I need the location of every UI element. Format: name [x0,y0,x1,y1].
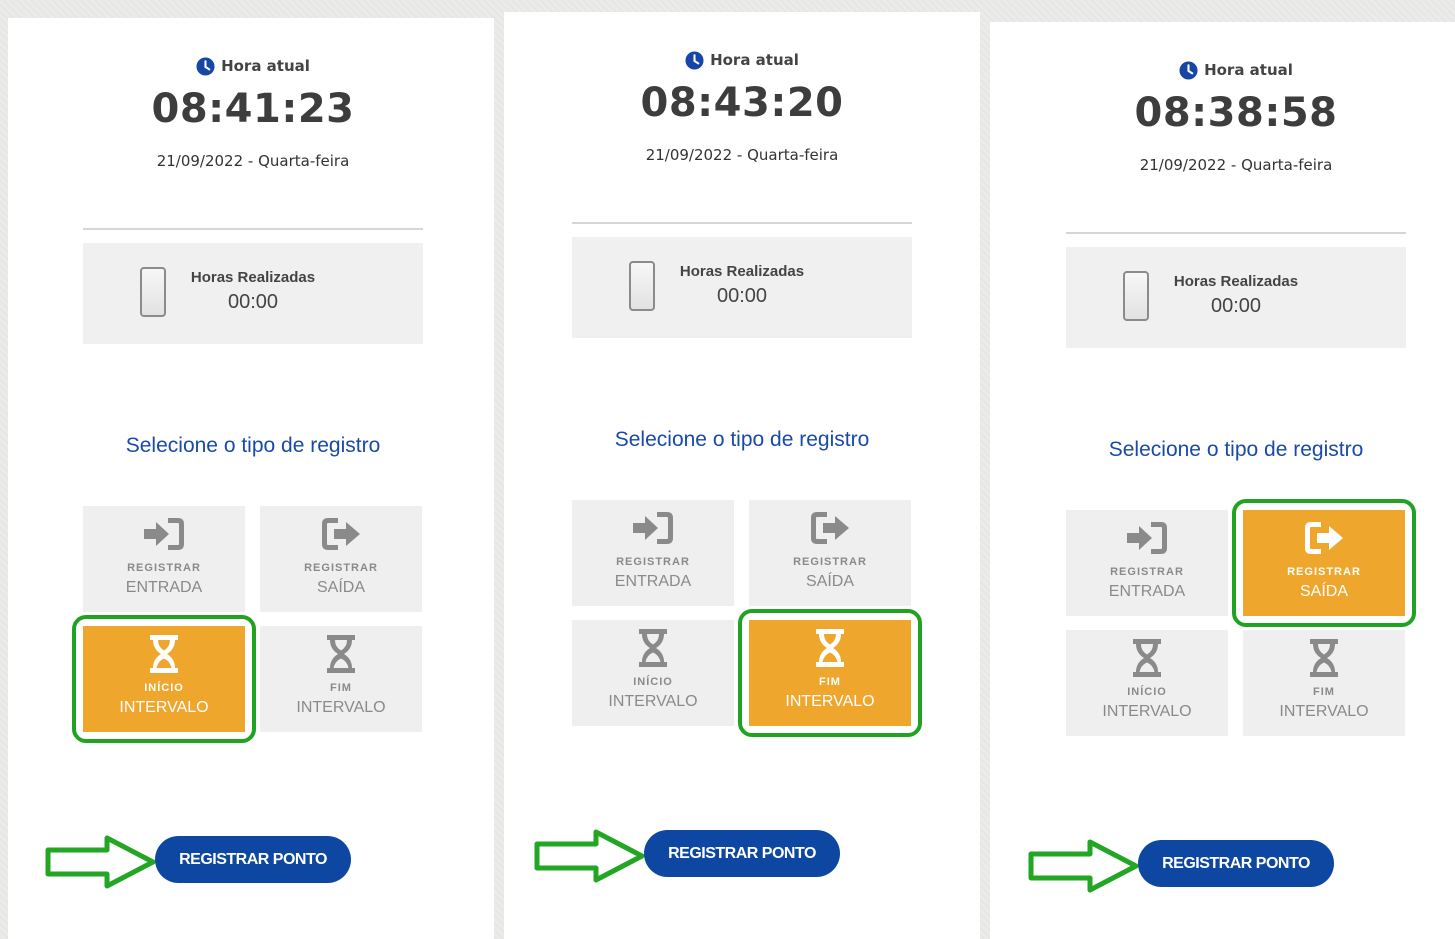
registrar-entrada-button[interactable]: REGISTRAR ENTRADA [83,506,245,612]
ponto-panel: Hora atual 08:41:23 21/09/2022 - Quarta-… [8,18,494,939]
sign-out-arrow-icon [1302,520,1346,556]
hora-atual-text: Hora atual [1204,61,1293,79]
sign-in-arrow-icon [1125,520,1169,556]
button-main-label: INTERVALO [119,699,209,716]
button-small-label: REGISTRAR [616,556,690,568]
button-small-label: INÍCIO [1127,686,1167,698]
hora-atual-label: Hora atual [572,48,912,72]
clock-icon [196,57,215,76]
button-main-label: INTERVALO [785,693,875,710]
select-type-title: Selecione o tipo de registro [1108,438,1364,461]
button-main-label: INTERVALO [1279,703,1369,720]
button-small-label: REGISTRAR [1110,566,1184,578]
button-small-label: REGISTRAR [304,562,378,574]
registrar-saida-button[interactable]: REGISTRAR SAÍDA [260,506,422,612]
panel-content: Hora atual 08:41:23 21/09/2022 - Quarta-… [83,54,423,914]
horas-realizadas-box: Horas Realizadas 00:00 [1066,247,1406,348]
button-small-label: FIM [819,676,841,688]
horas-realizadas-box: Horas Realizadas 00:00 [83,243,423,344]
button-main-label: INTERVALO [296,699,386,716]
current-date: 21/09/2022 - Quarta-feira [156,152,350,170]
button-small-label: REGISTRAR [1287,566,1361,578]
button-main-label: SAÍDA [316,579,365,596]
registrar-saida-button[interactable]: REGISTRAR SAÍDA [1243,510,1405,616]
hora-atual-label: Hora atual [83,54,423,78]
select-type-title: Selecione o tipo de registro [614,428,870,451]
green-arrow-icon [534,829,646,883]
divider [83,228,423,230]
fim-intervalo-button[interactable]: FIM INTERVALO [749,620,911,726]
hora-atual-label: Hora atual [1066,58,1406,82]
divider [1066,232,1406,234]
sign-in-arrow-icon [631,510,675,546]
panel-content: Hora atual 08:38:58 21/09/2022 - Quarta-… [1066,58,1416,918]
inicio-intervalo-button[interactable]: INÍCIO INTERVALO [572,620,734,726]
hourglass-icon [148,634,180,674]
current-time: 08:43:20 [640,80,844,126]
horas-realizadas-label: Horas Realizadas [1173,273,1299,290]
green-arrow-icon [45,835,157,889]
registrar-entrada-button[interactable]: REGISTRAR ENTRADA [572,500,734,606]
horas-realizadas-box: Horas Realizadas 00:00 [572,237,912,338]
phone-icon [1123,271,1149,321]
registrar-ponto-button[interactable]: REGISTRAR PONTO [1138,840,1334,887]
inicio-intervalo-button[interactable]: INÍCIO INTERVALO [1066,630,1228,736]
ponto-panel: Hora atual 08:38:58 21/09/2022 - Quarta-… [990,22,1455,939]
ponto-panel: Hora atual 08:43:20 21/09/2022 - Quarta-… [504,12,980,939]
sign-out-arrow-icon [808,510,852,546]
button-main-label: SAÍDA [1299,583,1348,600]
button-main-label: INTERVALO [1102,703,1192,720]
clock-icon [1179,61,1198,80]
button-main-label: ENTRADA [1108,583,1186,600]
phone-icon [140,267,166,317]
button-main-label: ENTRADA [125,579,203,596]
current-date: 21/09/2022 - Quarta-feira [645,146,839,164]
button-small-label: FIM [330,682,352,694]
hourglass-icon [814,628,846,668]
sign-out-arrow-icon [319,516,363,552]
current-time: 08:38:58 [1134,90,1338,136]
hourglass-icon [637,628,669,668]
inicio-intervalo-button[interactable]: INÍCIO INTERVALO [83,626,245,732]
button-small-label: REGISTRAR [127,562,201,574]
registrar-ponto-button[interactable]: REGISTRAR PONTO [155,836,351,883]
hora-atual-text: Hora atual [710,51,799,69]
horas-realizadas-label: Horas Realizadas [190,269,316,286]
panel-content: Hora atual 08:43:20 21/09/2022 - Quarta-… [572,48,922,908]
select-type-title: Selecione o tipo de registro [125,434,381,457]
horas-realizadas-label: Horas Realizadas [679,263,805,280]
hourglass-icon [1308,638,1340,678]
button-small-label: INÍCIO [144,682,184,694]
divider [572,222,912,224]
fim-intervalo-button[interactable]: FIM INTERVALO [1243,630,1405,736]
horas-realizadas-value: 00:00 [1210,295,1262,317]
current-date: 21/09/2022 - Quarta-feira [1139,156,1333,174]
registrar-entrada-button[interactable]: REGISTRAR ENTRADA [1066,510,1228,616]
button-main-label: ENTRADA [614,573,692,590]
button-main-label: SAÍDA [805,573,854,590]
phone-icon [629,261,655,311]
button-small-label: INÍCIO [633,676,673,688]
sign-in-arrow-icon [142,516,186,552]
button-small-label: REGISTRAR [793,556,867,568]
green-arrow-icon [1028,839,1140,893]
hourglass-icon [325,634,357,674]
horas-realizadas-value: 00:00 [716,285,768,307]
button-small-label: FIM [1313,686,1335,698]
button-main-label: INTERVALO [608,693,698,710]
current-time: 08:41:23 [151,86,355,132]
clock-icon [685,51,704,70]
hora-atual-text: Hora atual [221,57,310,75]
horas-realizadas-value: 00:00 [227,291,279,313]
hourglass-icon [1131,638,1163,678]
registrar-saida-button[interactable]: REGISTRAR SAÍDA [749,500,911,606]
registrar-ponto-button[interactable]: REGISTRAR PONTO [644,830,840,877]
fim-intervalo-button[interactable]: FIM INTERVALO [260,626,422,732]
